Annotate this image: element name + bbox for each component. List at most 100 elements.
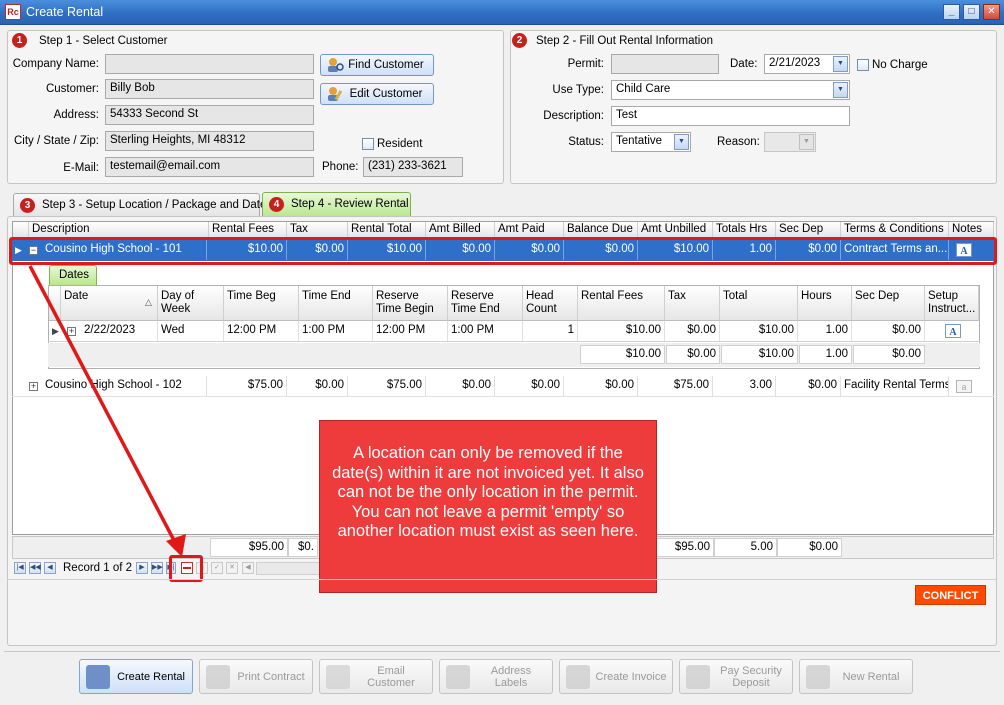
tab-step3-badge: 3 [20,198,35,213]
company-field[interactable] [105,54,314,74]
column-header[interactable]: Terms & Conditions [841,222,949,238]
column-header[interactable]: Sec Dep [776,222,841,238]
resident-checkbox[interactable] [362,138,374,150]
column-header-indicator [13,222,29,238]
column-header[interactable]: Reserve Time Begin [373,286,448,321]
email-field[interactable]: testemail@email.com [105,157,314,177]
tab-step3[interactable]: 3 Step 3 - Setup Location / Package and … [13,193,272,217]
no-charge-checkbox[interactable] [857,59,869,71]
use-type-dropdown-arrow[interactable]: ▼ [833,82,848,98]
status-dropdown-arrow[interactable]: ▼ [674,134,689,150]
new-rental-button[interactable]: New Rental [799,659,913,694]
column-header[interactable]: Day of Week [158,286,224,321]
print-contract-button[interactable]: Print Contract [199,659,313,694]
tab-step4-badge: 4 [269,197,284,212]
create-invoice-button[interactable]: Create Invoice [559,659,673,694]
edit-customer-button[interactable]: Edit Customer [320,83,434,105]
table-row[interactable]: ▶ + 2/22/2023 Wed 12:00 PM 1:00 PM 12:00 PM 1… [48,321,980,342]
column-header[interactable]: Balance Due [564,222,638,238]
nav-confirm-icon[interactable]: ✓ [211,562,223,574]
create-rental-button[interactable]: Create Rental [79,659,193,694]
permit-label: Permit: [567,58,604,70]
column-header[interactable]: Amt Unbilled [638,222,713,238]
email-customer-button[interactable]: Email Customer [319,659,433,694]
tab-dates[interactable]: Dates [49,265,97,285]
nav-next-page-button[interactable]: ▶▶ [151,562,163,574]
address-labels-label: Address Labels [474,660,548,693]
column-header[interactable]: Total [720,286,798,321]
column-header[interactable]: Rental Fees [209,222,287,238]
toolbar-label-line1: Print Contract [237,670,305,683]
date-dropdown-arrow[interactable]: ▼ [833,56,848,72]
column-header[interactable]: Tax [665,286,720,321]
create-rental-label: Create Rental [114,660,188,693]
notes-icon[interactable]: a [956,380,972,393]
svg-text:A: A [949,327,957,338]
column-header[interactable]: Amt Paid [495,222,564,238]
tab-step4[interactable]: 4 Step 4 - Review Rental [262,192,411,217]
horizontal-scrollbar[interactable] [256,562,320,575]
column-header[interactable]: Hours [798,286,852,321]
scroll-left-icon[interactable]: ◀ [242,562,254,574]
table-cell: Wed [158,321,224,341]
nav-next-button[interactable]: ▶ [136,562,148,574]
table-cell: $0.00 [495,376,564,396]
column-header[interactable]: Rental Total [348,222,426,238]
description-field[interactable]: Test [611,106,850,126]
column-header[interactable]: Time Beg [224,286,299,321]
highlight-box-location-row [9,237,997,265]
expand-toggle[interactable]: + [67,327,76,336]
expand-toggle[interactable]: + [29,382,38,391]
column-header[interactable]: Sec Dep [852,286,925,321]
status-select[interactable]: Tentative ▼ [611,132,691,152]
column-header[interactable]: Description [29,222,209,238]
column-header[interactable]: Date [61,286,158,321]
toolbar-label-line2: Labels [494,676,528,689]
use-type-select[interactable]: Child Care ▼ [611,80,850,100]
info-callout: A location can only be removed if the da… [319,420,657,593]
toolbar-label-line1: Create Rental [117,670,185,683]
find-customer-button[interactable]: Find Customer [320,54,434,76]
setup-instructions-icon[interactable]: A [945,324,961,338]
column-header[interactable]: Time End [299,286,373,321]
column-header[interactable]: Tax [287,222,348,238]
toolbar-label-line1: New Rental [842,670,900,683]
reason-dropdown-arrow[interactable]: ▼ [799,134,814,150]
nav-first-button[interactable]: |◀ [14,562,26,574]
column-header[interactable]: Head Count [523,286,578,321]
description-label: Description: [543,110,604,122]
pay-security-deposit-label: Pay Security Deposit [714,660,788,693]
table-cell: 1 [523,321,578,341]
address-labels-button[interactable]: Address Labels [439,659,553,694]
nav-cancel-icon[interactable]: ✕ [226,562,238,574]
column-header[interactable]: Setup Instruct... [925,286,979,321]
column-header[interactable]: Totals Hrs [713,222,776,238]
email-label: E-Mail: [63,162,99,174]
column-header[interactable]: Rental Fees [578,286,665,321]
use-type-label: Use Type: [552,84,604,96]
table-cell: $0.00 [776,376,841,396]
tab-step4-label: Step 4 - Review Rental [291,198,409,210]
column-header[interactable]: Notes [949,222,994,238]
table-cell: 2/22/2023 [81,321,158,341]
permit-field[interactable] [611,54,719,74]
date-picker[interactable]: 2/21/2023 ▼ [764,54,850,74]
nav-prev-page-button[interactable]: ◀◀ [29,562,41,574]
address-field[interactable]: 54333 Second St [105,105,314,125]
highlight-box-remove-button [169,555,203,582]
minimize-button[interactable]: _ [943,4,960,20]
nav-prev-button[interactable]: ◀ [44,562,56,574]
table-cell: $75.00 [209,376,287,396]
column-header[interactable]: Amt Billed [426,222,495,238]
phone-field[interactable]: (231) 233-3621 [363,157,463,177]
close-button[interactable]: ✕ [983,4,1000,20]
step2-title: Step 2 - Fill Out Rental Information [536,35,714,47]
footer-total: $95.00 [210,538,288,557]
pay-security-deposit-button[interactable]: Pay Security Deposit [679,659,793,694]
city-state-zip-field[interactable]: Sterling Heights, MI 48312 [105,131,314,151]
table-row[interactable]: + Cousino High School - 102 $75.00 $0.00 $7… [12,376,994,397]
column-header[interactable]: Reserve Time End [448,286,523,321]
reason-select[interactable]: ▼ [764,132,816,152]
maximize-button[interactable]: □ [963,4,980,20]
customer-field[interactable]: Billy Bob [105,79,314,99]
